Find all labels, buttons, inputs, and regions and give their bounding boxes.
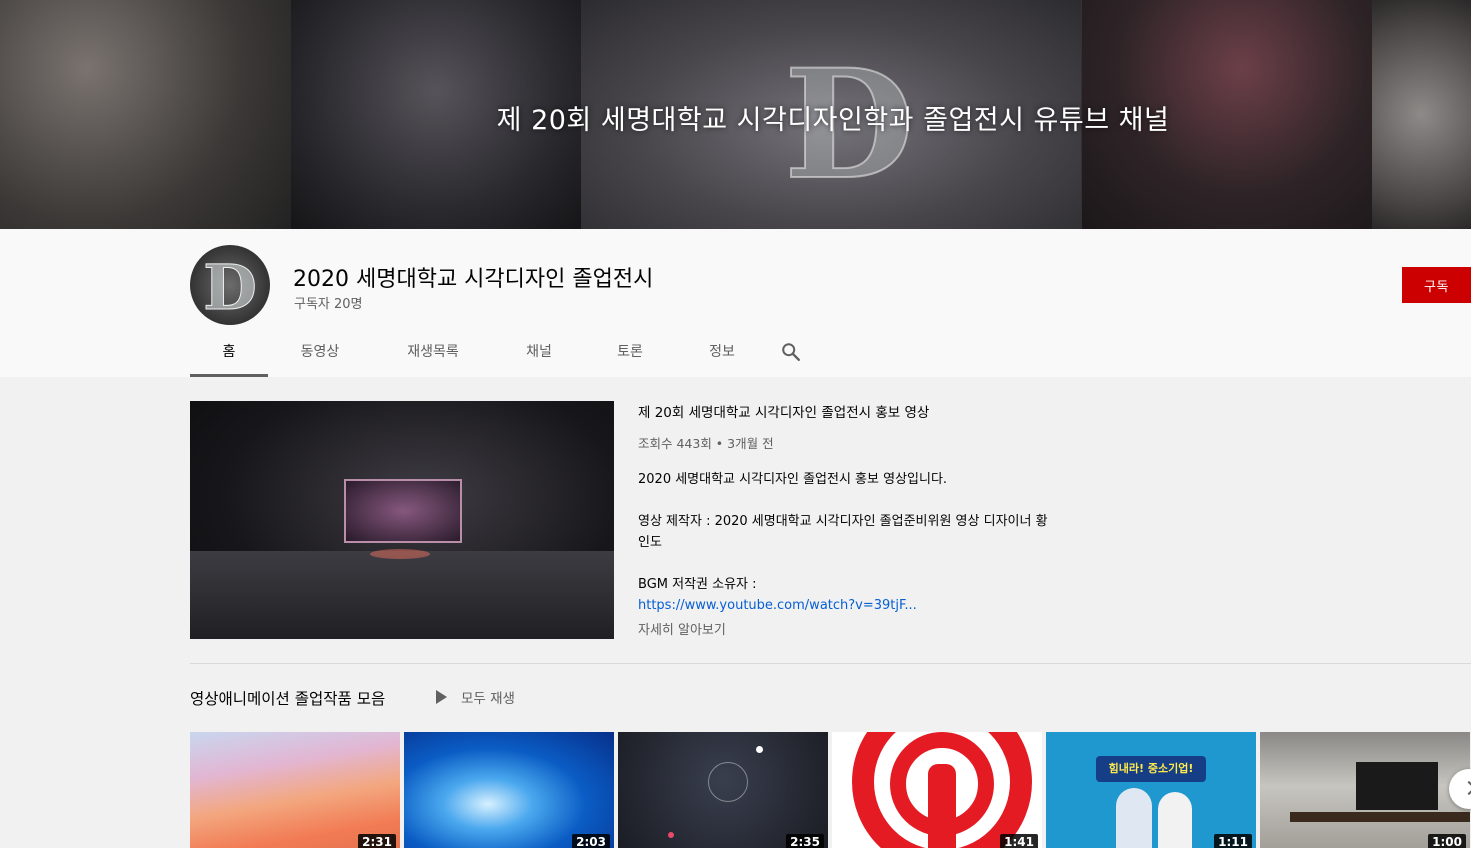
search-icon: [782, 343, 800, 361]
banner-title: 제 20회 세명대학교 시각디자인학과 졸업전시 유튜브 채널: [496, 105, 1170, 136]
thumbnail-art: [1290, 812, 1470, 822]
player-frame-glow: [370, 549, 430, 559]
video-thumbnail[interactable]: 힘내라! 중소기업! 1:11: [1046, 732, 1256, 848]
featured-video-title[interactable]: 제 20회 세명대학교 시각디자인 졸업전시 홍보 영상: [638, 401, 929, 421]
thumbnail-art: [756, 746, 763, 753]
tab-search-button[interactable]: [768, 327, 828, 375]
featured-video-description: 2020 세명대학교 시각디자인 졸업전시 홍보 영상입니다. 영상 제작자 :…: [638, 469, 1048, 616]
player-frame-art: [344, 479, 462, 543]
channel-header: D 2020 세명대학교 시각디자인 졸업전시 구독자 20명 구독 홈 동영상…: [0, 229, 1471, 377]
tab-playlists[interactable]: 재생목록: [372, 327, 494, 375]
description-link[interactable]: https://www.youtube.com/watch?v=39tjF...: [638, 598, 917, 613]
channel-name: 2020 세명대학교 시각디자인 졸업전시: [293, 267, 654, 292]
tab-videos[interactable]: 동영상: [268, 327, 372, 375]
shelf-video-list: 2:31 2:03 2:35 1:41 힘내라! 중소기업! 1:11 1:00: [190, 732, 1471, 848]
video-thumbnail[interactable]: 2:31: [190, 732, 400, 848]
player-frame-floor: [190, 551, 614, 639]
channel-home-content: 제 20회 세명대학교 시각디자인 졸업전시 홍보 영상 조회수 443회 • …: [0, 377, 1471, 848]
thumbnail-art: [1116, 788, 1152, 848]
shelf-title[interactable]: 영상애니메이션 졸업작품 모음: [190, 687, 385, 709]
tab-channels[interactable]: 채널: [494, 327, 584, 375]
tab-discussion[interactable]: 토론: [584, 327, 676, 375]
thumbnail-art: [1356, 762, 1438, 810]
video-thumbnail[interactable]: 1:00: [1260, 732, 1470, 848]
chevron-right-icon: [1461, 780, 1471, 796]
video-duration: 2:35: [786, 834, 824, 848]
channel-avatar[interactable]: D: [190, 245, 270, 325]
description-line: 2020 세명대학교 시각디자인 졸업전시 홍보 영상입니다.: [638, 472, 948, 487]
avatar-logo: D: [203, 251, 258, 325]
video-duration: 1:00: [1428, 834, 1466, 848]
tab-home[interactable]: 홈: [190, 327, 268, 377]
featured-video-player[interactable]: [190, 401, 614, 639]
play-all-button[interactable]: 모두 재생: [436, 687, 515, 707]
subscribe-button[interactable]: 구독: [1402, 267, 1471, 303]
video-duration: 1:11: [1214, 834, 1252, 848]
featured-video-meta: 조회수 443회 • 3개월 전: [638, 436, 774, 451]
channel-tabs: 홈 동영상 재생목록 채널 토론 정보: [190, 327, 828, 377]
channel-banner: D 제 20회 세명대학교 시각디자인학과 졸업전시 유튜브 채널: [0, 0, 1471, 229]
thumbnail-art: [668, 832, 674, 838]
video-duration: 2:03: [572, 834, 610, 848]
play-all-label: 모두 재생: [461, 691, 515, 707]
play-icon: [436, 690, 447, 704]
thumbnail-art: [928, 764, 956, 848]
subscriber-count: 구독자 20명: [294, 297, 363, 312]
thumbnail-art: [708, 762, 748, 802]
video-thumbnail[interactable]: 1:41: [832, 732, 1042, 848]
description-line: 영상 제작자 : 2020 세명대학교 시각디자인 졸업준비위원 영상 디자이너…: [638, 514, 1048, 550]
description-line: BGM 저작권 소유자 :: [638, 577, 757, 592]
tab-about[interactable]: 정보: [676, 327, 768, 375]
video-duration: 1:41: [1000, 834, 1038, 848]
section-divider: [190, 663, 1471, 664]
thumbnail-caption: 힘내라! 중소기업!: [1096, 756, 1206, 782]
video-duration: 2:31: [358, 834, 396, 848]
thumbnail-art: [1158, 792, 1192, 848]
read-more-link[interactable]: 자세히 알아보기: [638, 619, 726, 638]
video-thumbnail[interactable]: 2:35: [618, 732, 828, 848]
video-thumbnail[interactable]: 2:03: [404, 732, 614, 848]
